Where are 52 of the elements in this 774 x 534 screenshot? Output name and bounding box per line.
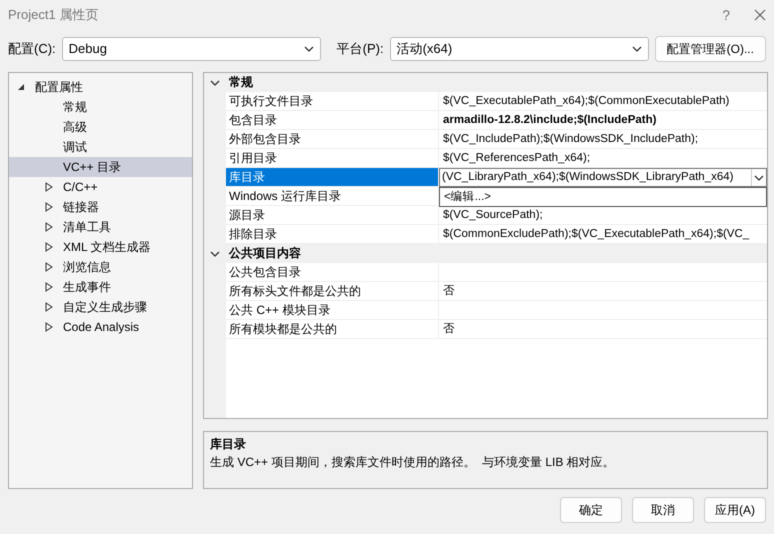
property-value: $(VC_ExecutablePath_x64);$(CommonExecutablePath) <box>443 95 730 107</box>
close-icon[interactable] <box>754 9 766 21</box>
property-value: $(VC_SourcePath); <box>443 209 543 221</box>
property-name[interactable]: 外部包含目录 <box>226 130 439 149</box>
property-value: $(VC_IncludePath);$(WindowsSDK_IncludePath); <box>443 133 698 145</box>
configuration-manager-button[interactable]: 配置管理器(O)... <box>654 36 766 62</box>
tree-item[interactable]: 清单工具 <box>9 217 192 237</box>
window-title: Project1 属性页 <box>8 6 98 24</box>
property-value: 否 <box>443 285 455 297</box>
tree-item[interactable]: 高级 <box>9 117 192 137</box>
property-name[interactable]: 包含目录 <box>226 111 439 130</box>
dialog-button[interactable]: 取消 <box>632 497 694 523</box>
category-header: 公共项目内容 <box>228 245 302 262</box>
property-value: $(CommonExcludePath);$(VC_ExecutablePath_x64);$(VC_ <box>443 228 750 240</box>
dialog-button[interactable]: 确定 <box>560 497 622 523</box>
tree-item[interactable]: XML 文档生成器 <box>9 237 192 257</box>
property-name[interactable]: 可执行文件目录 <box>226 92 439 111</box>
chevron-down-icon[interactable] <box>210 80 220 86</box>
configuration-dropdown[interactable]: Debug <box>62 37 321 61</box>
modified-property-value: armadillo-12.8.2\include;$(IncludePath) <box>443 114 656 126</box>
tree-item[interactable]: 自定义生成步骤 <box>9 297 192 317</box>
description-title: 库目录 <box>210 436 247 453</box>
chevron-down-icon <box>304 46 314 52</box>
dropdown-option[interactable]: <编辑...> <box>444 188 766 206</box>
dialog-button[interactable]: 应用(A) <box>704 497 766 523</box>
category-header: 常规 <box>228 74 254 91</box>
chevron-down-icon[interactable] <box>210 250 220 256</box>
description-text: 生成 VC++ 项目期间，搜索库文件时使用的路径。 与环境变量 LIB 相对应。 <box>210 454 616 471</box>
tree-item[interactable]: C/C++ <box>9 177 192 197</box>
property-value: 否 <box>443 323 455 335</box>
property-name[interactable]: 库目录 <box>226 168 439 187</box>
configuration-label: 配置(C): <box>8 40 56 58</box>
tree-item[interactable]: 链接器 <box>9 197 192 217</box>
property-name[interactable]: 公共 C++ 模块目录 <box>226 301 439 320</box>
tree-item[interactable]: 常规 <box>9 97 192 117</box>
tree-item[interactable]: Code Analysis <box>9 317 192 337</box>
platform-label: 平台(P): <box>336 40 384 58</box>
property-name[interactable]: 所有标头文件都是公共的 <box>226 282 439 301</box>
property-name[interactable]: Windows 运行库目录 <box>226 187 439 206</box>
platform-dropdown[interactable]: 活动(x64) <box>390 37 649 61</box>
property-name[interactable]: 所有模块都是公共的 <box>226 320 439 339</box>
help-button[interactable]: ? <box>722 4 730 26</box>
tree-item[interactable]: 生成事件 <box>9 277 192 297</box>
tree-item[interactable]: 调试 <box>9 137 192 157</box>
property-value: $(VC_ReferencesPath_x64); <box>443 152 590 164</box>
tree-item[interactable]: 浏览信息 <box>9 257 192 277</box>
expanded-triangle-icon[interactable] <box>17 83 25 91</box>
property-name[interactable]: 源目录 <box>226 206 439 225</box>
tree-item[interactable]: 配置属性 <box>9 77 192 97</box>
property-name[interactable]: 公共包含目录 <box>226 263 439 282</box>
tree-item[interactable]: VC++ 目录 <box>9 157 192 177</box>
chevron-down-icon <box>632 46 642 52</box>
